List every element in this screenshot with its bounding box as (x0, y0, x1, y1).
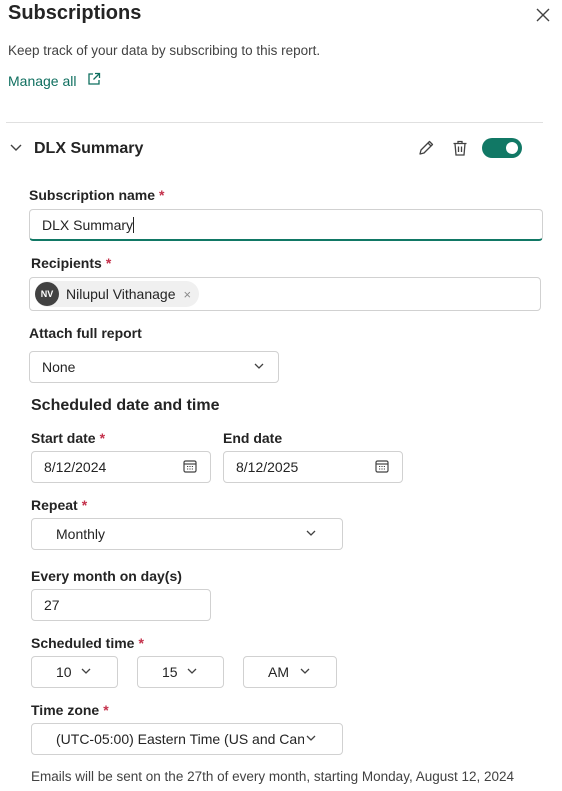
chevron-down-icon (298, 664, 312, 681)
recipient-chip: NV Nilupul Vithanage × (35, 281, 200, 307)
start-date-value: 8/12/2024 (44, 459, 107, 475)
attach-report-value: None (42, 359, 76, 375)
chevron-down-icon (8, 139, 24, 160)
avatar: NV (35, 282, 59, 306)
chevron-down-icon (304, 526, 318, 543)
manage-all-link[interactable]: Manage all (8, 72, 101, 89)
ampm-value: AM (268, 664, 289, 680)
close-icon[interactable] (534, 6, 552, 24)
open-external-icon (87, 72, 101, 89)
attach-report-label: Attach full report (29, 325, 142, 341)
hour-dropdown[interactable]: 10 (31, 656, 118, 688)
start-date-label: Start date * (31, 430, 105, 446)
required-mark: * (103, 702, 109, 718)
required-mark: * (99, 430, 106, 446)
required-mark: * (138, 635, 144, 651)
day-of-month-input[interactable]: 27 (31, 589, 211, 621)
end-date-label: End date (223, 430, 283, 446)
minute-value: 15 (162, 664, 178, 680)
calendar-icon[interactable] (374, 458, 390, 477)
time-zone-value: (UTC-05:00) Eastern Time (US and Cana (56, 731, 304, 747)
required-mark: * (81, 497, 88, 513)
attach-report-dropdown[interactable]: None (29, 351, 279, 383)
subscription-name-value: DLX Summary (42, 216, 134, 233)
subscription-collapse-toggle[interactable]: DLX Summary (8, 137, 143, 161)
minute-dropdown[interactable]: 15 (137, 656, 224, 688)
edit-icon[interactable] (416, 138, 436, 158)
schedule-heading: Scheduled date and time (31, 397, 220, 414)
subscription-name-label: Subscription name * (29, 187, 164, 203)
remove-recipient-icon[interactable]: × (184, 287, 192, 302)
ampm-dropdown[interactable]: AM (243, 656, 337, 688)
chevron-down-icon (79, 664, 93, 681)
chevron-down-icon (304, 731, 318, 748)
schedule-summary: Emails will be sent on the 27th of every… (31, 769, 515, 784)
recipients-label-text: Recipients (31, 255, 102, 271)
time-zone-label-text: Time zone (31, 702, 100, 718)
text-caret (133, 216, 135, 233)
start-date-label-text: Start date (31, 430, 96, 446)
recipients-field[interactable]: NV Nilupul Vithanage × (29, 277, 541, 311)
manage-all-label: Manage all (8, 72, 77, 89)
calendar-icon[interactable] (182, 458, 198, 477)
subscription-title: DLX Summary (34, 140, 144, 157)
end-date-value: 8/12/2025 (236, 459, 299, 475)
start-date-picker[interactable]: 8/12/2024 (31, 451, 211, 483)
chevron-down-icon (252, 359, 266, 376)
toggle-knob (506, 142, 518, 154)
repeat-value: Monthly (56, 526, 106, 542)
time-zone-label: Time zone * (31, 702, 109, 718)
subscription-name-input[interactable]: DLX Summary (29, 209, 543, 241)
subscription-name-label-text: Subscription name (29, 187, 156, 203)
divider (6, 122, 543, 123)
hour-value: 10 (56, 664, 72, 680)
repeat-dropdown[interactable]: Monthly (31, 518, 343, 550)
chevron-down-icon (185, 664, 199, 681)
panel-description: Keep track of your data by subscribing t… (8, 43, 321, 58)
recipients-label: Recipients * (31, 255, 111, 271)
time-zone-dropdown[interactable]: (UTC-05:00) Eastern Time (US and Cana (31, 723, 343, 755)
delete-icon[interactable] (450, 138, 470, 158)
subscription-enabled-toggle[interactable] (482, 138, 522, 158)
scheduled-time-label-text: Scheduled time (31, 635, 135, 651)
required-mark: * (105, 255, 112, 271)
end-date-picker[interactable]: 8/12/2025 (223, 451, 403, 483)
repeat-label: Repeat * (31, 497, 87, 513)
day-of-month-value: 27 (44, 597, 60, 613)
recipient-name: Nilupul Vithanage (66, 286, 176, 302)
day-of-month-label: Every month on day(s) (31, 568, 182, 584)
required-mark: * (159, 187, 165, 203)
panel-title: Subscriptions (8, 2, 142, 24)
repeat-label-text: Repeat (31, 497, 78, 513)
scheduled-time-label: Scheduled time * (31, 635, 144, 651)
